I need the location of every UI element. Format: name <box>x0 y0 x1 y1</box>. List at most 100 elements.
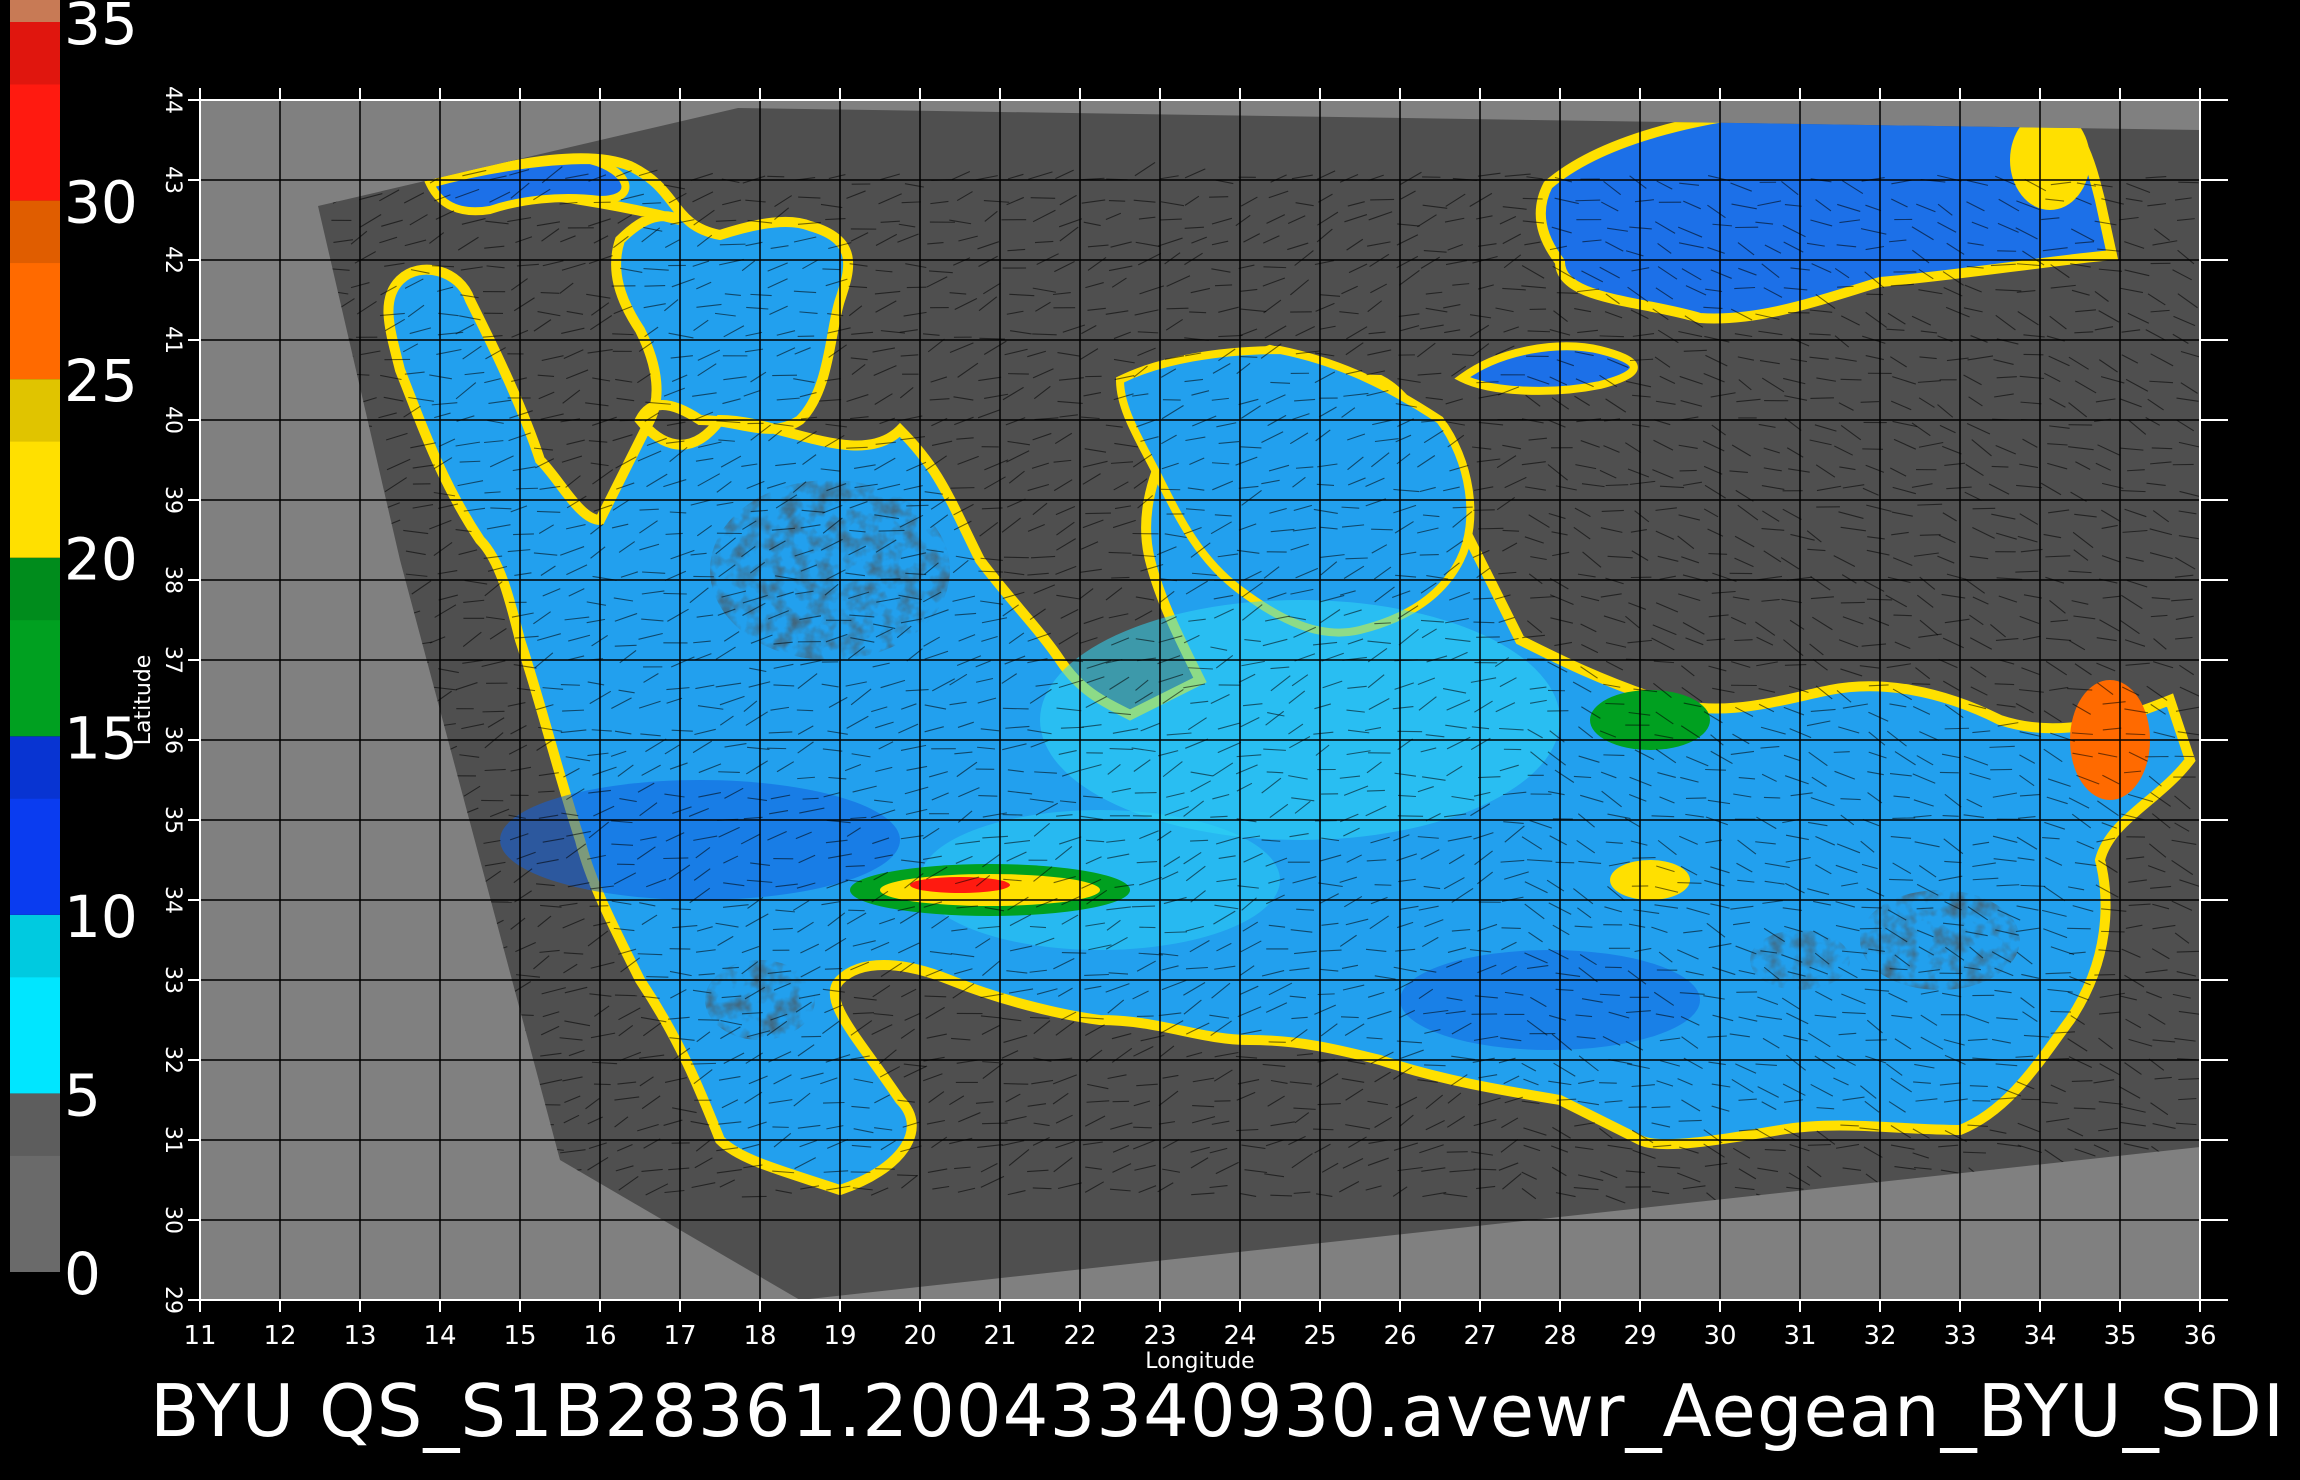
x-tick-label: 13 <box>343 1321 376 1351</box>
wind-vector <box>1002 813 1023 816</box>
wind-vector <box>1807 1144 1831 1146</box>
wind-vector <box>644 285 666 287</box>
map-figure: 05101520253035 11 12 13 14 15 16 17 18 1… <box>10 0 2228 1374</box>
colorbar-cap <box>10 0 60 22</box>
x-tick-label: 19 <box>823 1321 856 1351</box>
x-tick-label: 15 <box>503 1321 536 1351</box>
wind-vector <box>1166 307 1189 310</box>
y-tick-label: 38 <box>160 566 185 594</box>
high-speed-patch <box>1610 860 1690 900</box>
wind-vector <box>1599 335 1624 338</box>
wind-vector <box>1501 927 1521 929</box>
wind-vector <box>2101 930 2125 933</box>
wind-vector <box>540 292 560 294</box>
x-tick-label: 35 <box>2103 1321 2136 1351</box>
wind-vector <box>1708 553 1728 555</box>
wind-vector <box>1085 512 1111 515</box>
wind-vector <box>1889 878 1914 881</box>
wind-vector <box>1340 1016 1359 1019</box>
wind-vector <box>1134 791 1157 794</box>
x-tick-label: 22 <box>1063 1321 1096 1351</box>
y-tick-label: 40 <box>160 406 185 434</box>
wind-vector <box>1502 529 1520 532</box>
y-tick-label: 44 <box>160 86 185 114</box>
x-tick-label: 28 <box>1543 1321 1576 1351</box>
wind-vector <box>1190 839 1209 842</box>
calm-patch <box>710 480 950 660</box>
y-tick-label: 32 <box>160 1046 185 1074</box>
wind-vector <box>1991 465 2009 468</box>
wind-vector <box>1366 789 1385 792</box>
colorbar-shade <box>10 200 60 264</box>
x-tick-label: 18 <box>743 1321 776 1351</box>
wind-vector <box>1632 857 1656 859</box>
wind-vector <box>741 1195 767 1198</box>
wind-vector <box>1919 534 1941 536</box>
wind-vector <box>982 1122 1008 1125</box>
colorbar-shade <box>10 914 60 978</box>
wind-vector <box>1893 614 1912 617</box>
wind-vector <box>1911 683 1931 685</box>
wind-vector <box>690 1062 717 1065</box>
wind-vector <box>1313 1128 1334 1131</box>
wind-vector <box>1371 528 1393 531</box>
wind-vector <box>1833 751 1850 753</box>
wind-vector <box>1677 881 1702 884</box>
x-tick-label: 25 <box>1303 1321 1336 1351</box>
y-tick-label: 34 <box>160 886 185 914</box>
wind-vector <box>1892 817 1916 819</box>
colorbar-tick-label: 20 <box>64 526 138 594</box>
y-tick-label: 41 <box>160 326 185 354</box>
y-tick-label: 29 <box>160 1286 185 1314</box>
wind-vector <box>802 797 819 800</box>
wind-vector <box>1473 621 1495 624</box>
colorbar-tick-label: 25 <box>64 347 138 415</box>
wind-vector <box>1374 884 1392 886</box>
wind-vector <box>482 710 505 713</box>
wind-vector <box>1111 576 1130 579</box>
wind-vector <box>2094 973 2116 976</box>
wind-vector <box>1189 311 1207 314</box>
x-tick-label: 11 <box>183 1321 216 1351</box>
colorbar-tick-label: 35 <box>64 0 138 58</box>
wind-vector <box>924 995 947 998</box>
image-caption: BYU QS_S1B28361.20043340930.avewr_Aegean… <box>150 1369 2286 1453</box>
wind-vector <box>1478 527 1504 530</box>
x-tick-label: 16 <box>583 1321 616 1351</box>
wind-vector <box>1270 1194 1293 1197</box>
y-tick-label: 31 <box>160 1126 185 1154</box>
wind-vector <box>1969 1085 1988 1087</box>
wind-vector <box>663 857 689 860</box>
wind-vector <box>906 504 929 507</box>
x-tick-label: 27 <box>1463 1321 1496 1351</box>
y-tick-label: 43 <box>160 166 185 194</box>
x-tick-label: 31 <box>1783 1321 1816 1351</box>
y-tick-label: 35 <box>160 806 185 834</box>
y-tick-label: 33 <box>160 966 185 994</box>
wind-vector <box>589 905 609 907</box>
high-speed-patch <box>910 877 1010 893</box>
colorbar-shade <box>10 22 60 85</box>
wind-vector <box>822 268 840 271</box>
wind-vector <box>1651 1106 1671 1109</box>
low-speed-patch <box>1040 600 1560 840</box>
plot-area <box>200 100 2200 1300</box>
colorbar-tick-label: 0 <box>64 1240 101 1308</box>
colorbar-shade <box>10 557 60 621</box>
x-tick-label: 33 <box>1943 1321 1976 1351</box>
wind-vector <box>593 1083 611 1086</box>
wind-vector <box>1002 707 1029 710</box>
wind-vector <box>1972 507 1996 510</box>
x-tick-label: 32 <box>1863 1321 1896 1351</box>
wind-vector <box>1424 1064 1446 1067</box>
wind-vector <box>1605 702 1625 705</box>
wind-vector <box>614 994 638 997</box>
wind-vector <box>1763 796 1781 799</box>
wind-vector <box>897 1174 918 1177</box>
wind-vector <box>1032 1187 1052 1190</box>
colorbar-tick-label: 30 <box>64 169 138 237</box>
x-tick-label: 14 <box>423 1321 456 1351</box>
wind-vector <box>1164 931 1188 934</box>
x-tick-label: 36 <box>2183 1321 2216 1351</box>
wind-vector <box>1575 199 1601 202</box>
